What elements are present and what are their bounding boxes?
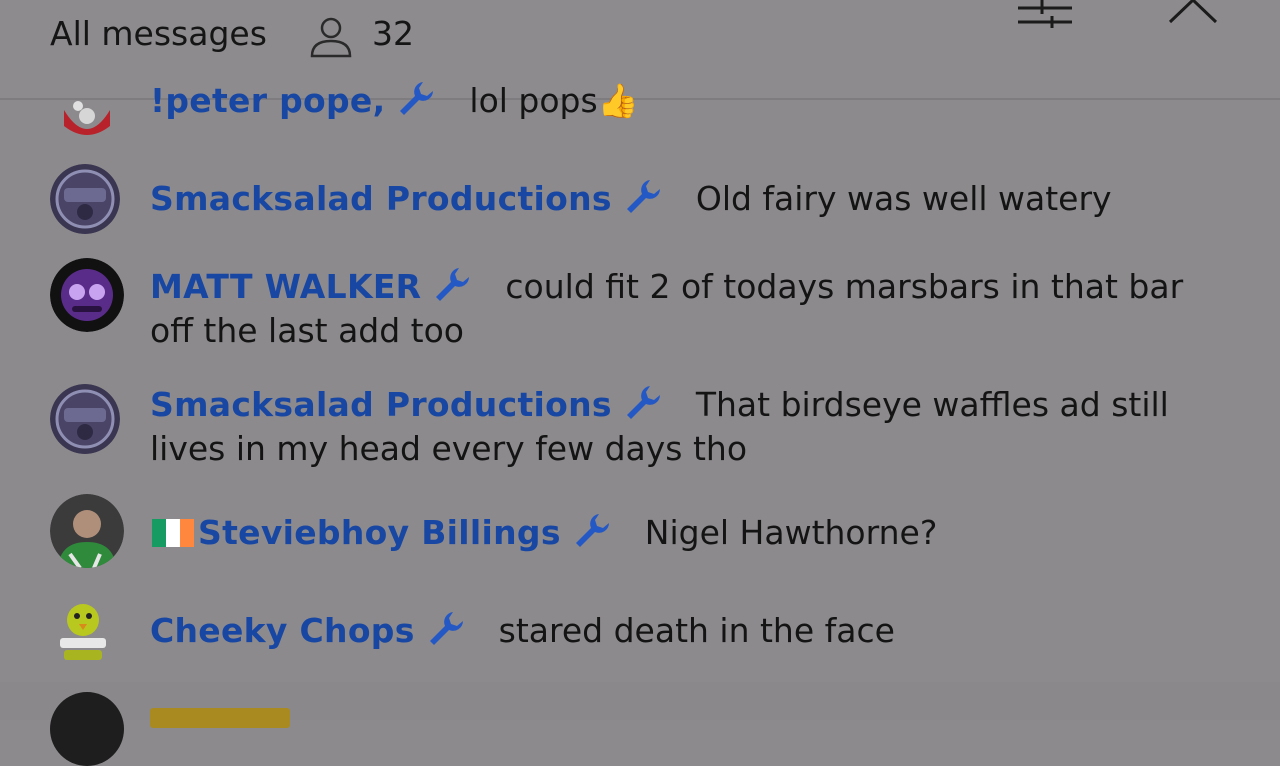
filter-sliders-icon[interactable]: [1012, 0, 1078, 30]
author-name[interactable]: !peter pope,: [150, 81, 385, 120]
photo-avatar[interactable]: [50, 494, 124, 568]
clown-avatar[interactable]: [50, 100, 124, 138]
message-text: Old fairy was well watery: [695, 179, 1112, 218]
person-icon: [310, 17, 352, 58]
message-text: lol pops: [469, 81, 598, 120]
wrench-icon: [626, 386, 660, 419]
author-badge: [150, 708, 290, 728]
thumbs-up-emoji: 👍: [597, 81, 639, 120]
author-name[interactable]: Cheeky Chops: [150, 611, 415, 650]
author-name[interactable]: Smacksalad Productions: [150, 385, 612, 424]
chick-avatar[interactable]: [50, 596, 116, 666]
badge-avatar[interactable]: [50, 384, 120, 454]
message-text: stared death in the face: [498, 611, 895, 650]
author-name[interactable]: Smacksalad Productions: [150, 179, 612, 218]
wrench-icon: [626, 180, 660, 213]
viewer-count: 32: [372, 14, 414, 53]
wrench-icon: [429, 612, 463, 645]
purple-mask-avatar[interactable]: [50, 258, 124, 332]
wrench-icon: [436, 268, 470, 301]
chat-title[interactable]: All messages: [50, 14, 267, 53]
author-name[interactable]: MATT WALKER: [150, 267, 421, 306]
chat-message-partial: [0, 682, 1280, 766]
badge-avatar[interactable]: [50, 164, 120, 234]
ireland-flag: [152, 514, 194, 547]
author-name[interactable]: Steviebhoy Billings: [198, 513, 561, 552]
avatar[interactable]: [50, 692, 124, 766]
chevron-up-icon[interactable]: [1166, 0, 1220, 26]
wrench-icon: [575, 514, 609, 547]
message-text: Nigel Hawthorne?: [644, 513, 938, 552]
wrench-icon: [400, 82, 434, 115]
